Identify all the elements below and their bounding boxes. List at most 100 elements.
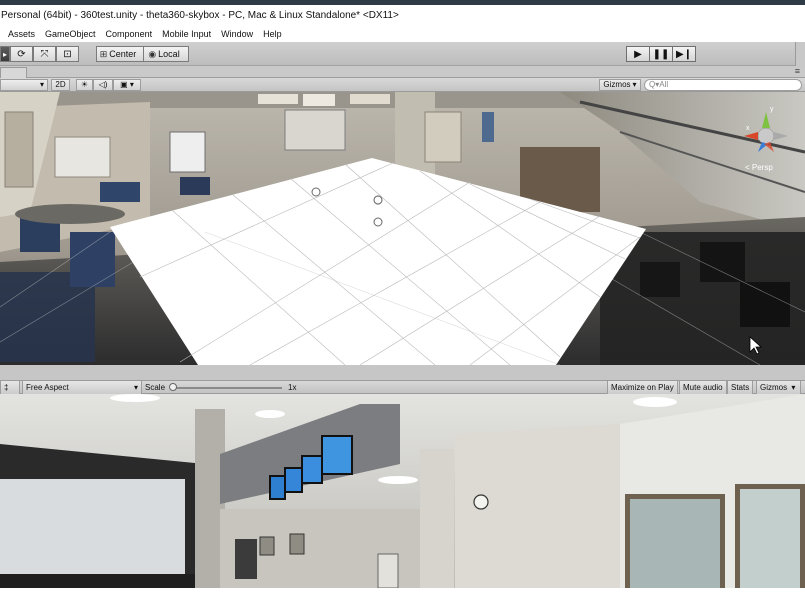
doorway	[235, 539, 257, 579]
menu-component[interactable]: Component	[101, 27, 158, 42]
ceiling-light	[255, 410, 285, 418]
bulletin-board	[54, 136, 111, 178]
persp-label: < Persp	[745, 163, 773, 172]
local-label: Local	[158, 49, 180, 59]
mode-2d-toggle[interactable]: 2D	[51, 79, 70, 91]
tv-screen	[321, 435, 353, 475]
aspect-dropdown[interactable]: Free Aspect ▾	[22, 381, 142, 394]
maximize-on-play-toggle[interactable]: Maximize on Play	[607, 381, 678, 394]
audio-toggle[interactable]: ◁)	[93, 79, 113, 91]
scale-tool-button[interactable]: ⤧	[33, 46, 56, 62]
axis-x-label: x	[746, 125, 750, 132]
pivot-icon: ⊞	[99, 48, 108, 59]
game-tab-menu[interactable]: ‡	[0, 381, 20, 394]
chair	[700, 242, 745, 282]
local-icon: ◉	[148, 48, 157, 59]
scene-tab-strip: ≡	[0, 66, 805, 78]
play-icon: ▶	[634, 48, 642, 60]
tv-screen	[269, 475, 286, 500]
rotate-tool-button[interactable]: ⟳	[10, 46, 33, 62]
game-toolbar: ‡ Free Aspect ▾ Scale 1x Maximize on Pla…	[0, 381, 805, 394]
table	[15, 204, 125, 224]
scene-gizmos-dropdown[interactable]: Gizmos ▾	[599, 79, 641, 91]
ceiling-light	[633, 397, 677, 407]
chevron-down-icon: ▾	[39, 80, 44, 89]
draw-mode-dropdown[interactable]: ▾	[0, 79, 48, 91]
scale-tool-icon: ⤧	[40, 48, 49, 60]
rect-tool-icon: ⊡	[63, 48, 72, 60]
scale-value: 1x	[288, 383, 297, 392]
chair	[640, 262, 680, 297]
blue-sign	[482, 112, 494, 142]
play-button[interactable]: ▶	[626, 46, 650, 62]
rect-tool-button[interactable]: ⊡	[56, 46, 79, 62]
pivot-label: Center	[109, 49, 137, 59]
scene-gizmos-label: Gizmos	[603, 80, 631, 89]
pivot-center-button[interactable]: ⊞ Center	[96, 46, 144, 62]
scale-label: Scale	[145, 383, 166, 392]
pause-button[interactable]: ❚❚	[649, 46, 673, 62]
game-viewport[interactable]	[0, 394, 805, 588]
poster	[350, 94, 390, 104]
menu-gameobject[interactable]: GameObject	[40, 27, 101, 42]
tv-screen	[284, 467, 303, 493]
rotate-tool-icon: ⟳	[17, 48, 26, 60]
game-gizmos-label: Gizmos	[760, 383, 788, 392]
panel-splitter[interactable]	[0, 365, 805, 381]
chair	[70, 232, 115, 287]
screen-base	[0, 574, 200, 588]
poster-board	[284, 109, 346, 151]
chevron-down-icon: ▾	[632, 80, 637, 89]
notice-board	[424, 111, 462, 163]
menu-mobile-input[interactable]: Mobile Input	[157, 27, 216, 42]
hand-icon: ▸	[2, 49, 7, 59]
step-icon: ▶❙	[675, 48, 693, 60]
menu-help[interactable]: Help	[258, 27, 287, 42]
ceiling-light	[378, 476, 418, 484]
scene-search-input[interactable]: Q▾All	[644, 79, 802, 91]
column	[420, 449, 454, 588]
poster	[258, 94, 298, 104]
chalk-sign	[169, 131, 206, 173]
tab-scene[interactable]	[0, 67, 27, 78]
chevron-down-icon: ▾	[133, 383, 138, 392]
speaker-icon: ◁)	[98, 80, 108, 89]
scene-viewport[interactable]: y x < Persp	[0, 92, 805, 365]
whiteboard	[377, 553, 399, 588]
menu-assets[interactable]: Assets	[8, 27, 40, 42]
toolbar-edge	[795, 42, 805, 66]
axis-y-label: y	[770, 106, 774, 113]
projection-screen	[0, 479, 185, 579]
effects-dropdown[interactable]: ▣ ▾	[113, 79, 141, 91]
menu-bar: Assets GameObject Component Mobile Input…	[0, 27, 805, 42]
window-title: Personal (64bit) - 360test.unity - theta…	[0, 5, 805, 27]
pause-icon: ❚❚	[652, 48, 670, 60]
window-glass	[630, 499, 720, 588]
mute-audio-toggle[interactable]: Mute audio	[679, 381, 727, 394]
pivot-local-button[interactable]: ◉ Local	[143, 46, 189, 62]
picture-frame	[259, 536, 275, 556]
menu-window[interactable]: Window	[216, 27, 258, 42]
stats-toggle[interactable]: Stats	[727, 381, 754, 394]
sun-icon: ☀	[80, 80, 89, 89]
game-gizmos-dropdown[interactable]: Gizmos ▾	[756, 381, 801, 394]
scene-toolbar: ▾ 2D ☀ ◁) ▣ ▾ Gizmos ▾ Q▾All	[0, 78, 805, 92]
lighting-toggle[interactable]: ☀	[76, 79, 93, 91]
door-frame	[4, 111, 34, 188]
play-controls: ▶ ❚❚ ▶❙	[626, 46, 696, 62]
poster	[303, 94, 335, 106]
scale-slider-handle[interactable]	[169, 383, 177, 391]
main-toolbar: ▸ ⟳ ⤧ ⊡ ⊞ Center ◉ Local ▶ ❚❚ ▶❙	[0, 42, 805, 66]
bottom-area	[0, 588, 805, 611]
ceiling-light	[110, 394, 160, 402]
panel-menu-icon[interactable]: ≡	[795, 66, 800, 76]
picture-frame	[289, 533, 305, 555]
window-glass	[740, 489, 800, 588]
tv-screen	[301, 455, 323, 484]
step-button[interactable]: ▶❙	[672, 46, 696, 62]
chevron-down-icon: ▾	[791, 383, 796, 392]
hand-tool-button[interactable]: ▸	[0, 46, 10, 62]
chevron-down-icon: ‡	[4, 383, 9, 392]
chair	[740, 282, 790, 327]
scale-slider-track[interactable]	[172, 387, 282, 389]
